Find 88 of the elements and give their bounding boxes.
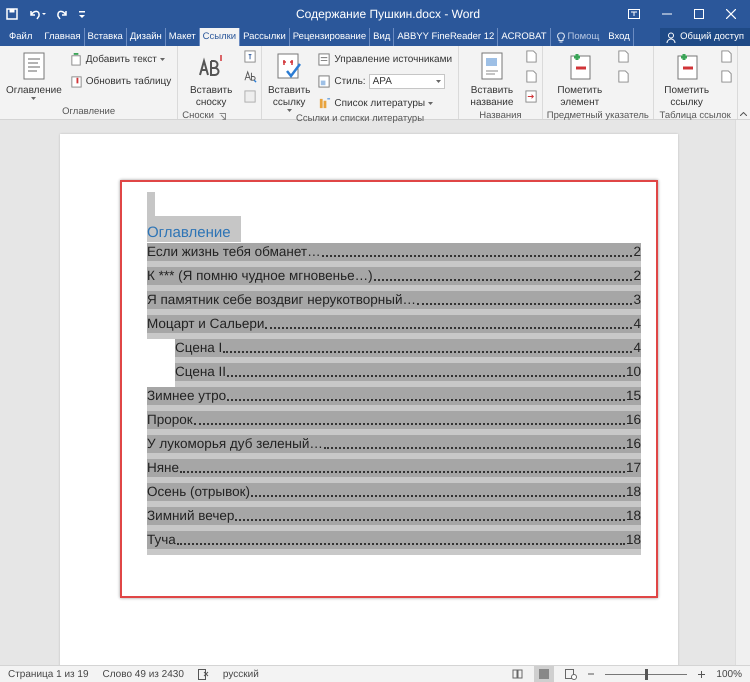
toc-entry-title[interactable]: Я памятник себе воздвиг нерукотворный… (147, 290, 416, 308)
document-exclamation-icon (70, 74, 83, 88)
document-icon[interactable] (616, 50, 630, 63)
group-label: Предметный указатель (546, 109, 649, 123)
document-icon[interactable] (720, 70, 733, 83)
document-list-icon (318, 52, 332, 66)
document-plus-icon (70, 52, 83, 66)
page-number: 3 (633, 290, 641, 308)
person-icon (666, 32, 678, 42)
document-icon[interactable] (720, 50, 733, 63)
ribbon-button[interactable]: Пометить элемент (546, 49, 613, 109)
toc-entry-title[interactable]: Пророк (147, 410, 193, 428)
group-label: Таблица ссылок (658, 109, 732, 123)
page-number: 15 (626, 386, 641, 404)
toc-entry-title[interactable]: Осень (отрывок) (147, 482, 250, 500)
page-number: 18 (626, 506, 641, 524)
style-select[interactable]: APA (368, 74, 445, 88)
toc-entry-title[interactable]: Сцена II (175, 362, 226, 380)
document-icon[interactable] (616, 70, 630, 83)
ribbon-button[interactable]: Вставить ссылку (266, 49, 312, 112)
page-count[interactable]: Страница 1 из 19 (8, 666, 89, 682)
document-icon[interactable] (524, 70, 538, 83)
toc-entry-title[interactable]: Если жизнь тебя обманет… (147, 242, 321, 260)
footnote-arrow-icon[interactable] (244, 70, 257, 83)
document-icon[interactable] (524, 50, 538, 63)
books-icon (318, 96, 332, 110)
page-number: 16 (626, 434, 641, 452)
save-icon[interactable] (6, 8, 18, 20)
word-count[interactable]: Слово 49 из 2430 (102, 666, 184, 682)
toc-entry-title[interactable]: Зимний вечер (147, 506, 234, 524)
proofing-icon[interactable] (198, 668, 209, 680)
zoom-percentage[interactable]: 100% (716, 666, 742, 682)
toc-entry-title[interactable]: Сцена I (175, 338, 222, 356)
collapse-ribbon-icon[interactable] (740, 112, 748, 116)
ribbon-tab[interactable]: Файл (6, 28, 36, 46)
zoom-in-icon[interactable] (698, 670, 706, 678)
page-number: 17 (626, 458, 641, 476)
document-icon[interactable] (244, 50, 257, 63)
page-number: 2 (633, 242, 641, 260)
group-label: Сноски (182, 109, 214, 123)
language-indicator[interactable]: русский (222, 666, 259, 682)
window-title: Содержание Пушкин.docx - Word (296, 6, 482, 23)
toc-entry-title[interactable]: У лукоморья дуб зеленый… (147, 434, 323, 452)
page-number: 18 (626, 530, 641, 548)
page-number: 4 (633, 338, 641, 356)
page-number: 2 (633, 266, 641, 284)
ribbon-button[interactable]: Вставить название (463, 49, 521, 109)
toc-entry-title[interactable]: Моцарт и Сальери (147, 314, 264, 332)
page-number: 10 (626, 362, 641, 380)
toc-entry-title[interactable]: К *** (Я помню чудное мгновенье…) (147, 266, 373, 284)
maximize-icon[interactable] (694, 9, 704, 19)
web-layout-icon[interactable] (565, 668, 578, 680)
zoom-out-icon[interactable] (588, 671, 594, 677)
ribbon-button[interactable]: Добавить текст (68, 50, 174, 68)
ribbon-button[interactable]: Оглавление (4, 49, 64, 105)
ribbon-button[interactable]: Вставить сноску (182, 49, 240, 109)
ribbon-button[interactable]: Стиль: APA (316, 72, 454, 90)
redo-icon[interactable] (56, 8, 68, 20)
page-number: 18 (626, 482, 641, 500)
zoom-slider-thumb[interactable] (645, 668, 648, 680)
share-button[interactable]: Общий доступ (660, 28, 750, 46)
group-label: Ссылки и списки литературы (295, 112, 426, 126)
ribbon-button[interactable]: Список литературы (316, 94, 454, 112)
dialog-launcher-icon[interactable] (219, 112, 226, 120)
group-label: Названия (478, 109, 523, 123)
toc-entry-title[interactable]: Туча (147, 530, 176, 548)
toc-entry-title[interactable]: Няне (147, 458, 180, 476)
ribbon-button[interactable]: Обновить таблицу (68, 72, 174, 90)
ribbon-button[interactable]: Пометить ссылку (658, 49, 716, 109)
dropdown-caret-icon (436, 80, 441, 82)
close-icon[interactable] (726, 9, 736, 19)
ribbon-button[interactable]: Управление источниками (316, 50, 454, 68)
group-label: Оглавление (61, 105, 116, 119)
print-layout-icon[interactable] (534, 666, 554, 682)
document-image-icon (318, 74, 332, 88)
vertical-scrollbar[interactable] (735, 120, 750, 665)
lightbulb-icon (556, 32, 565, 42)
page-number: 4 (633, 314, 641, 332)
tell-me-field[interactable]: Помощ (550, 28, 606, 46)
ribbon-tab[interactable]: Ссылки (200, 28, 240, 46)
toc-entry-title[interactable]: Зимнее утро (147, 386, 226, 404)
page-number: 16 (626, 410, 641, 428)
customize-icon[interactable] (78, 9, 86, 19)
read-mode-icon[interactable] (512, 669, 524, 679)
undo-icon[interactable] (28, 8, 46, 20)
selection-highlight (147, 192, 155, 216)
ribbon-display-icon[interactable] (628, 9, 640, 19)
toc-heading: Оглавление (147, 216, 241, 242)
